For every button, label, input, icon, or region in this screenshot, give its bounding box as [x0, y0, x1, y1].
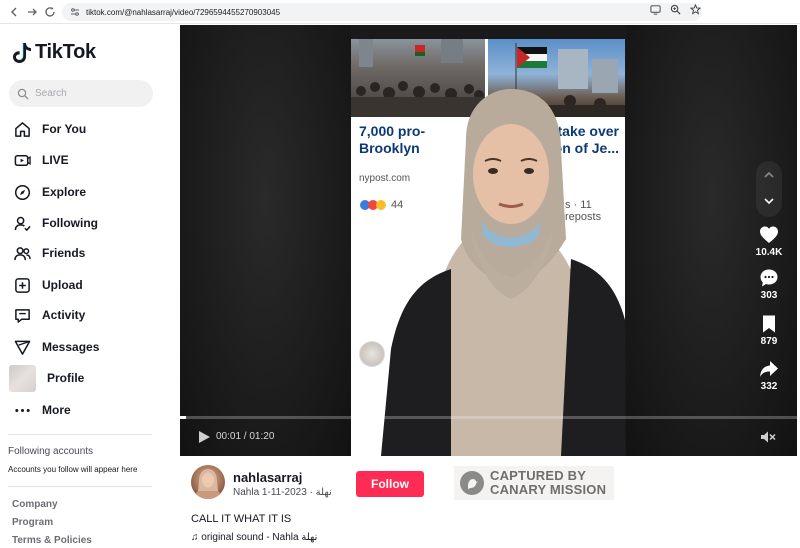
compass-icon: [14, 184, 31, 200]
sidebar-item-label: More: [42, 403, 71, 417]
save-button[interactable]: 879: [752, 314, 786, 347]
search-box[interactable]: [9, 80, 153, 107]
messages-icon: [14, 340, 31, 355]
bird-icon: [460, 471, 484, 495]
sound-link[interactable]: ♫ original sound - Nahla نهلة: [191, 532, 317, 543]
share-arrow-icon: [760, 361, 778, 377]
follow-button[interactable]: Follow: [356, 471, 424, 497]
comment-button[interactable]: 303: [752, 268, 786, 301]
footer-link-terms[interactable]: Terms & Policies: [12, 535, 92, 546]
watermark-line-1: CAPTURED BY: [490, 468, 587, 483]
search-icon: [17, 88, 29, 99]
sidebar-item-more[interactable]: More: [14, 399, 71, 421]
home-icon: [15, 121, 30, 137]
live-icon: [14, 154, 31, 166]
search-input[interactable]: [35, 88, 135, 99]
activity-icon: [15, 308, 30, 323]
following-accounts-hint: Accounts you follow will appear here: [8, 465, 138, 474]
following-icon: [14, 216, 31, 231]
muted-speaker-icon[interactable]: [760, 430, 776, 444]
video-nav-control: [756, 161, 782, 217]
logo-text: TikTok: [35, 41, 96, 63]
chevron-down-icon[interactable]: [763, 195, 775, 207]
sidebar: TikTok For You LIVE Explore Following Fr…: [0, 25, 172, 548]
author-avatar[interactable]: [191, 465, 225, 499]
site-settings-icon[interactable]: [70, 7, 80, 17]
author-username[interactable]: nahlasarraj: [233, 470, 302, 485]
sidebar-item-label: Upload: [42, 278, 83, 292]
sidebar-item-friends[interactable]: Friends: [14, 242, 85, 264]
tiktok-note-icon: [13, 42, 31, 63]
progress-fill: [180, 416, 187, 419]
upload-icon: [15, 277, 30, 293]
sidebar-item-label: Following: [42, 216, 98, 230]
heart-icon: [760, 226, 778, 243]
footer-link-program[interactable]: Program: [12, 517, 53, 528]
video-time: 00:01 / 01:20: [216, 431, 275, 442]
like-button[interactable]: 10.4K: [752, 225, 786, 258]
sidebar-item-label: Messages: [42, 340, 100, 354]
sidebar-item-activity[interactable]: Activity: [14, 304, 85, 326]
sidebar-item-upload[interactable]: Upload: [14, 274, 83, 296]
cast-icon[interactable]: [648, 2, 662, 16]
sidebar-item-label: Profile: [47, 371, 85, 385]
following-accounts-title: Following accounts: [8, 446, 94, 457]
tiktok-logo[interactable]: TikTok: [12, 41, 96, 64]
sidebar-item-profile[interactable]: Profile: [9, 364, 85, 392]
comment-icon: [760, 269, 778, 287]
zoom-icon[interactable]: [668, 2, 682, 16]
bookmark-icon: [763, 315, 775, 333]
divider: [8, 486, 152, 487]
watermark-line-2: CANARY MISSION: [490, 482, 607, 497]
speaker-person: [381, 89, 625, 456]
bookmark-star-icon[interactable]: [688, 2, 702, 16]
sidebar-item-explore[interactable]: Explore: [14, 181, 86, 203]
share-button[interactable]: 332: [752, 359, 786, 392]
browser-toolbar: tiktok.com/@nahlasarraj/video/7296594455…: [0, 0, 800, 24]
video-blur-background: [180, 25, 351, 456]
comment-count: 303: [760, 290, 778, 301]
divider: [8, 434, 152, 435]
sidebar-item-label: Friends: [42, 246, 86, 260]
sidebar-item-label: LIVE: [42, 153, 69, 167]
like-count: 10.4K: [755, 247, 783, 258]
sidebar-item-following[interactable]: Following: [14, 212, 98, 234]
author-meta: Nahla نهلة · 2023-11-1: [233, 487, 332, 498]
profile-avatar: [9, 364, 36, 392]
sidebar-item-for-you[interactable]: For You: [14, 118, 86, 140]
share-count: 332: [760, 381, 778, 392]
play-icon[interactable]: [197, 430, 211, 444]
friends-icon: [14, 246, 31, 260]
address-bar[interactable]: tiktok.com/@nahlasarraj/video/7296594455…: [62, 3, 702, 21]
progress-bar[interactable]: [180, 416, 797, 419]
sidebar-item-messages[interactable]: Messages: [14, 336, 99, 358]
video-frame: 7,000 pro- ers take over Brooklyn ation …: [351, 39, 625, 456]
chevron-up-icon[interactable]: [763, 169, 775, 181]
reload-icon[interactable]: [40, 2, 60, 22]
video-player[interactable]: 7,000 pro- ers take over Brooklyn ation …: [180, 25, 797, 456]
sidebar-item-label: For You: [42, 122, 87, 136]
footer-link-company[interactable]: Company: [12, 499, 58, 510]
forward-icon[interactable]: [22, 2, 42, 22]
sidebar-item-label: Activity: [42, 308, 86, 322]
url-text: tiktok.com/@nahlasarraj/video/7296594455…: [86, 7, 281, 17]
more-icon: [15, 408, 30, 412]
back-icon[interactable]: [4, 2, 24, 22]
save-count: 879: [760, 336, 778, 347]
canary-mission-watermark: CAPTURED BY CANARY MISSION: [454, 466, 614, 500]
post-caption: CALL IT WHAT IT IS: [191, 513, 292, 525]
sidebar-item-label: Explore: [42, 185, 87, 199]
sidebar-item-live[interactable]: LIVE: [14, 149, 69, 171]
